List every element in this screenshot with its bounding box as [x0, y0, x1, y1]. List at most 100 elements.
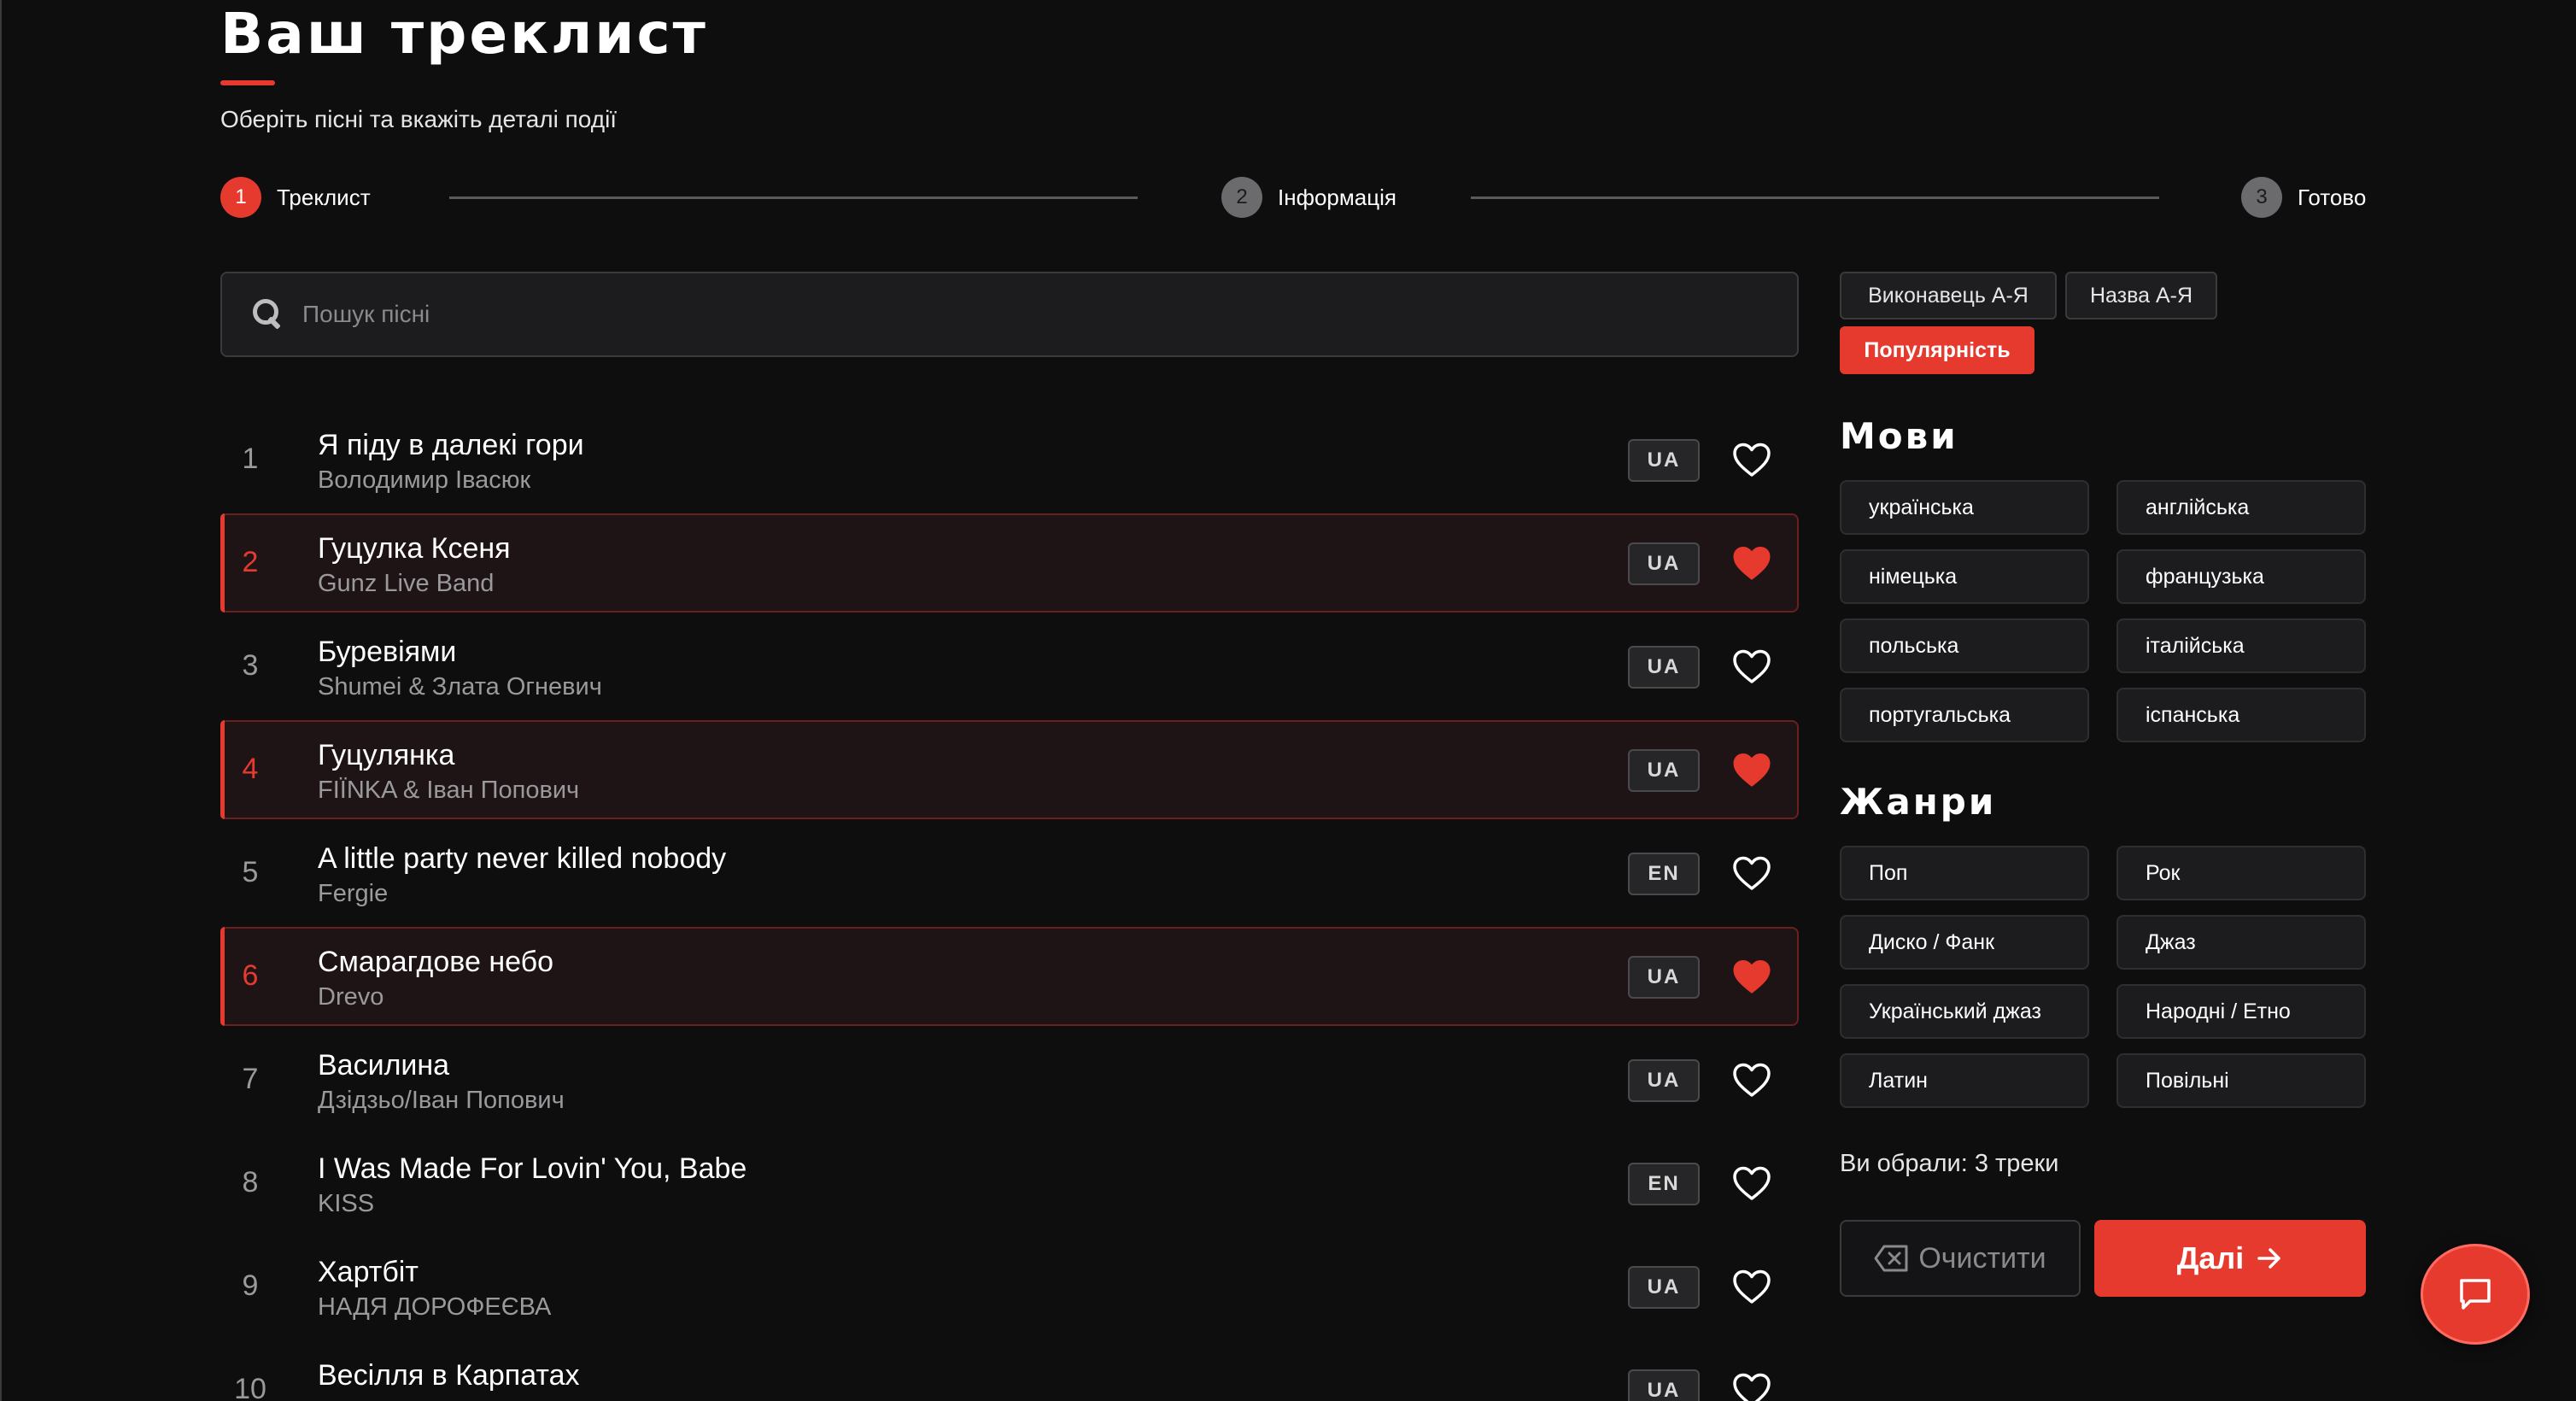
heart-icon[interactable] [1732, 751, 1771, 790]
language-filter-chip[interactable]: українська [1840, 480, 2089, 535]
track-number: 9 [242, 1269, 259, 1302]
heart-icon[interactable] [1732, 854, 1771, 894]
stepper: 1 Треклист 2 Інформація 3 Готово [220, 176, 2368, 219]
track-title: Гуцулка Ксеня [318, 532, 511, 565]
language-badge: EN [1628, 1163, 1700, 1205]
step-connector [1471, 196, 2159, 199]
track-artist: FIЇNKA & Іван Попович [318, 777, 580, 804]
next-button[interactable]: Далі [2094, 1220, 2366, 1297]
language-badge: UA [1628, 542, 1700, 585]
chat-icon [2460, 1279, 2491, 1310]
sort-artist-button[interactable]: Виконавець А-Я [1840, 272, 2057, 319]
track-title: Буревіями [318, 636, 457, 668]
genre-filter-chip[interactable]: Джаз [2116, 915, 2366, 970]
backspace-icon [1874, 1245, 1908, 1272]
search-bar[interactable] [220, 272, 1799, 357]
track-artist: Дзідзьо/Іван Попович [318, 1087, 565, 1114]
track-artist: Володимир Івасюк [318, 466, 531, 494]
language-badge: UA [1628, 646, 1700, 689]
track-number: 10 [234, 1373, 266, 1401]
track-artist: Gunz Live Band [318, 570, 495, 597]
sort-title-button[interactable]: Назва А-Я [2065, 272, 2217, 319]
heart-icon[interactable] [1732, 958, 1771, 997]
heart-icon[interactable] [1732, 1371, 1771, 1401]
step-done[interactable]: 3 Готово [2241, 176, 2366, 219]
track-number: 5 [242, 856, 259, 888]
page-subtitle: Оберіть пісні та вкажіть деталі події [220, 106, 618, 132]
track-artist: Fergie [318, 880, 389, 907]
language-filter-chip[interactable]: польська [1840, 618, 2089, 673]
step-number: 1 [220, 177, 261, 218]
track-number: 4 [242, 753, 259, 785]
track-title: Василина [318, 1049, 450, 1082]
genre-filter-chip[interactable]: Народні / Етно [2116, 984, 2366, 1039]
track-number: 1 [242, 443, 259, 475]
genre-filter-chip[interactable]: Рок [2116, 846, 2366, 900]
track-row[interactable]: 10 Весілля в Карпатах UA [220, 1340, 1799, 1401]
genre-filter-chip[interactable]: Латин [1840, 1053, 2089, 1108]
track-artist: Shumei & Злата Огневич [318, 673, 602, 700]
step-label: Інформація [1278, 184, 1396, 210]
track-row[interactable]: 6 Смарагдове небо Drevo UA [220, 927, 1799, 1026]
track-title: Весілля в Карпатах [318, 1359, 580, 1392]
genre-filter-chip[interactable]: Диско / Фанк [1840, 915, 2089, 970]
heart-icon[interactable] [1732, 1061, 1771, 1100]
language-badge: UA [1628, 749, 1700, 792]
track-number: 2 [242, 546, 259, 578]
step-number: 3 [2241, 177, 2282, 218]
track-row[interactable]: 1 Я піду в далекі гори Володимир Івасюк UA [220, 410, 1799, 509]
heart-icon[interactable] [1732, 544, 1771, 583]
track-number: 6 [242, 959, 259, 992]
track-title: I Was Made For Lovin' You, Babe [318, 1152, 747, 1185]
track-artist: KISS [318, 1190, 375, 1217]
page: Ваш треклист Оберіть пісні та вкажіть де… [0, 0, 2576, 1401]
title-underline [220, 80, 275, 85]
heart-icon[interactable] [1732, 441, 1771, 480]
track-row[interactable]: 2 Гуцулка Ксеня Gunz Live Band UA [220, 513, 1799, 613]
language-badge: UA [1628, 1059, 1700, 1102]
language-filter-chip[interactable]: англійська [2116, 480, 2366, 535]
step-tracklist[interactable]: 1 Треклист [220, 176, 371, 219]
track-list: 1Я піду в далекі гори Володимир Івасюк UA 2… [220, 410, 1799, 1401]
language-badge: UA [1628, 1369, 1700, 1401]
clear-label: Очистити [1918, 1241, 2046, 1275]
step-label: Треклист [277, 184, 371, 210]
track-title: Смарагдове небо [318, 946, 554, 978]
language-badge: UA [1628, 439, 1700, 482]
genre-filter-chip[interactable]: Поп [1840, 846, 2089, 900]
clear-button[interactable]: Очистити [1840, 1220, 2081, 1297]
language-filter-chip[interactable]: німецька [1840, 549, 2089, 604]
track-row[interactable]: 4 Гуцулянка FIЇNKA & Іван Попович UA [220, 720, 1799, 819]
track-row[interactable]: 9 Хартбіт НАДЯ ДОРОФЕЄВА UA [220, 1237, 1799, 1336]
sort-popularity-button[interactable]: Популярність [1840, 326, 2034, 374]
step-info[interactable]: 2 Інформація [1221, 176, 1396, 219]
arrow-right-icon [2257, 1248, 2281, 1269]
chat-button[interactable] [2421, 1244, 2530, 1345]
genre-filter-chip[interactable]: Повільні [2116, 1053, 2366, 1108]
track-row[interactable]: 3 Буревіями Shumei & Злата Огневич UA [220, 617, 1799, 716]
track-artist: Drevo [318, 983, 384, 1011]
heart-icon[interactable] [1732, 1268, 1771, 1307]
language-filter-chip[interactable]: італійська [2116, 618, 2366, 673]
search-input[interactable] [302, 301, 1754, 328]
heart-icon[interactable] [1732, 1164, 1771, 1204]
language-badge: UA [1628, 956, 1700, 999]
track-number: 8 [242, 1166, 259, 1199]
language-filter-chip[interactable]: португальська [1840, 688, 2089, 742]
languages-title: Мови [1840, 415, 1958, 457]
selected-count: Ви обрали: 3 треки [1840, 1150, 2059, 1177]
language-filter-chip[interactable]: іспанська [2116, 688, 2366, 742]
heart-icon[interactable] [1732, 648, 1771, 687]
track-title: Я піду в далекі гори [318, 429, 584, 461]
track-row[interactable]: 5 A little party never killed nobody Fergi… [220, 824, 1799, 923]
language-filter-chip[interactable]: французька [2116, 549, 2366, 604]
track-number: 7 [242, 1063, 259, 1095]
track-row[interactable]: 8 I Was Made For Lovin' You, Babe KISS EN [220, 1134, 1799, 1233]
track-title: Гуцулянка [318, 739, 455, 771]
genre-filter-chip[interactable]: Український джаз [1840, 984, 2089, 1039]
track-artist: НАДЯ ДОРОФЕЄВА [318, 1293, 552, 1321]
track-row[interactable]: 7 Василина Дзідзьо/Іван Попович UA [220, 1030, 1799, 1129]
track-title: A little party never killed nobody [318, 842, 727, 875]
language-badge: UA [1628, 1266, 1700, 1309]
track-number: 3 [242, 649, 259, 682]
